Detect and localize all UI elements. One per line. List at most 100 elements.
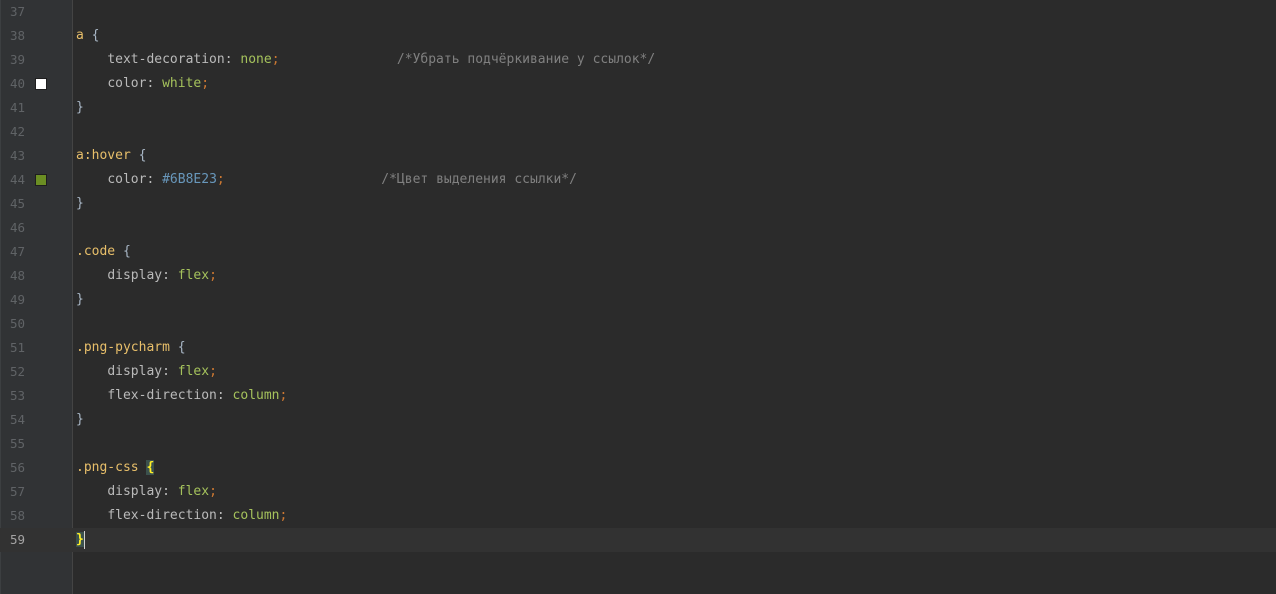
code-token: ; [209, 484, 217, 499]
code-token: { [122, 244, 131, 259]
line-code: .code { [76, 240, 131, 264]
line-code: flex-direction: column; [76, 384, 287, 408]
line-code: } [76, 96, 84, 120]
code-token: } [76, 100, 84, 115]
line-number: 51 [10, 340, 26, 355]
color-swatch-icon[interactable] [35, 78, 47, 90]
code-line[interactable]: 54} [0, 408, 1276, 432]
line-code: .png-pycharm { [76, 336, 186, 360]
code-token: color [107, 76, 147, 91]
code-token: text-decoration [107, 52, 225, 67]
code-area[interactable]: 37 38 a {39 text-decoration: none; /*Убрат… [0, 0, 1276, 594]
code-token: /*Убрать подчёркивание у ссылок*/ [396, 52, 656, 67]
line-number: 59 [10, 532, 26, 547]
code-token: .png-css [76, 460, 139, 475]
code-line[interactable]: 38 a { [0, 24, 1276, 48]
code-token: column [232, 508, 280, 523]
line-number: 42 [10, 124, 26, 139]
code-token: { [146, 460, 155, 475]
code-line[interactable]: 41} [0, 96, 1276, 120]
code-token: ; [209, 268, 217, 283]
code-token: none [240, 52, 272, 67]
line-code: display: flex; [76, 360, 217, 384]
code-line[interactable]: 48 display: flex; [0, 264, 1276, 288]
code-token: } [76, 412, 84, 427]
line-number: 50 [10, 316, 26, 331]
code-line[interactable]: 42 [0, 120, 1276, 144]
code-line[interactable]: 59} [0, 528, 1276, 552]
code-token: } [76, 532, 84, 547]
code-token: ; [279, 388, 288, 403]
line-code: a { [76, 24, 99, 48]
code-token: : [224, 52, 241, 67]
code-editor[interactable]: 37 38 a {39 text-decoration: none; /*Убрат… [0, 0, 1276, 594]
code-line[interactable]: 43 a:hover { [0, 144, 1276, 168]
code-line[interactable]: 55 [0, 432, 1276, 456]
code-token: { [177, 340, 186, 355]
code-token: : [162, 484, 178, 499]
line-number: 41 [10, 100, 26, 115]
code-line[interactable]: 44 color: #6B8E23; /*Цвет выделения ссыл… [0, 168, 1276, 192]
line-number: 43 [10, 148, 26, 163]
line-code: color: #6B8E23; /*Цвет выделения ссылки*… [76, 168, 577, 192]
code-line[interactable]: 51 .png-pycharm { [0, 336, 1276, 360]
code-token: .code [76, 244, 116, 259]
code-token: : [162, 364, 178, 379]
line-number: 45 [10, 196, 26, 211]
line-code: color: white; [76, 72, 209, 96]
line-code: } [76, 528, 85, 552]
code-line[interactable]: 49} [0, 288, 1276, 312]
line-code: flex-direction: column; [76, 504, 287, 528]
line-number: 38 [10, 28, 26, 43]
code-token: color [107, 172, 147, 187]
code-token: flex-direction [107, 508, 217, 523]
code-line[interactable]: 57 display: flex; [0, 480, 1276, 504]
code-token: column [232, 388, 280, 403]
line-number: 47 [10, 244, 26, 259]
code-line[interactable]: 58 flex-direction: column; [0, 504, 1276, 528]
code-line[interactable]: 46 [0, 216, 1276, 240]
code-token: flex [177, 484, 210, 499]
code-token: } [76, 196, 84, 211]
code-token: ; [216, 172, 225, 187]
code-token: white [162, 76, 202, 91]
line-code: a:hover { [76, 144, 146, 168]
code-token: : [146, 172, 163, 187]
code-line[interactable]: 52 display: flex; [0, 360, 1276, 384]
code-line[interactable]: 37 [0, 0, 1276, 24]
code-line[interactable]: 56 .png-css { [0, 456, 1276, 480]
code-token: : [216, 388, 233, 403]
code-token: { [138, 148, 147, 163]
code-token: flex [177, 364, 210, 379]
code-token: display [107, 268, 163, 283]
code-token: display [107, 364, 163, 379]
code-line[interactable]: 39 text-decoration: none; /*Убрать подчё… [0, 48, 1276, 72]
code-line[interactable]: 50 [0, 312, 1276, 336]
line-number: 39 [10, 52, 26, 67]
line-code: .png-css { [76, 456, 155, 480]
line-number: 58 [10, 508, 26, 523]
line-number: 53 [10, 388, 26, 403]
code-token: : [146, 76, 163, 91]
code-line[interactable]: 45} [0, 192, 1276, 216]
text-caret [83, 530, 85, 549]
code-line[interactable]: 47 .code { [0, 240, 1276, 264]
line-code: text-decoration: none; /*Убрать подчёрки… [76, 48, 655, 72]
color-swatch-icon[interactable] [35, 174, 47, 186]
line-code: display: flex; [76, 480, 217, 504]
line-number: 55 [10, 436, 26, 451]
line-number: 57 [10, 484, 26, 499]
code-line[interactable]: 40 color: white; [0, 72, 1276, 96]
code-line[interactable]: 53 flex-direction: column; [0, 384, 1276, 408]
